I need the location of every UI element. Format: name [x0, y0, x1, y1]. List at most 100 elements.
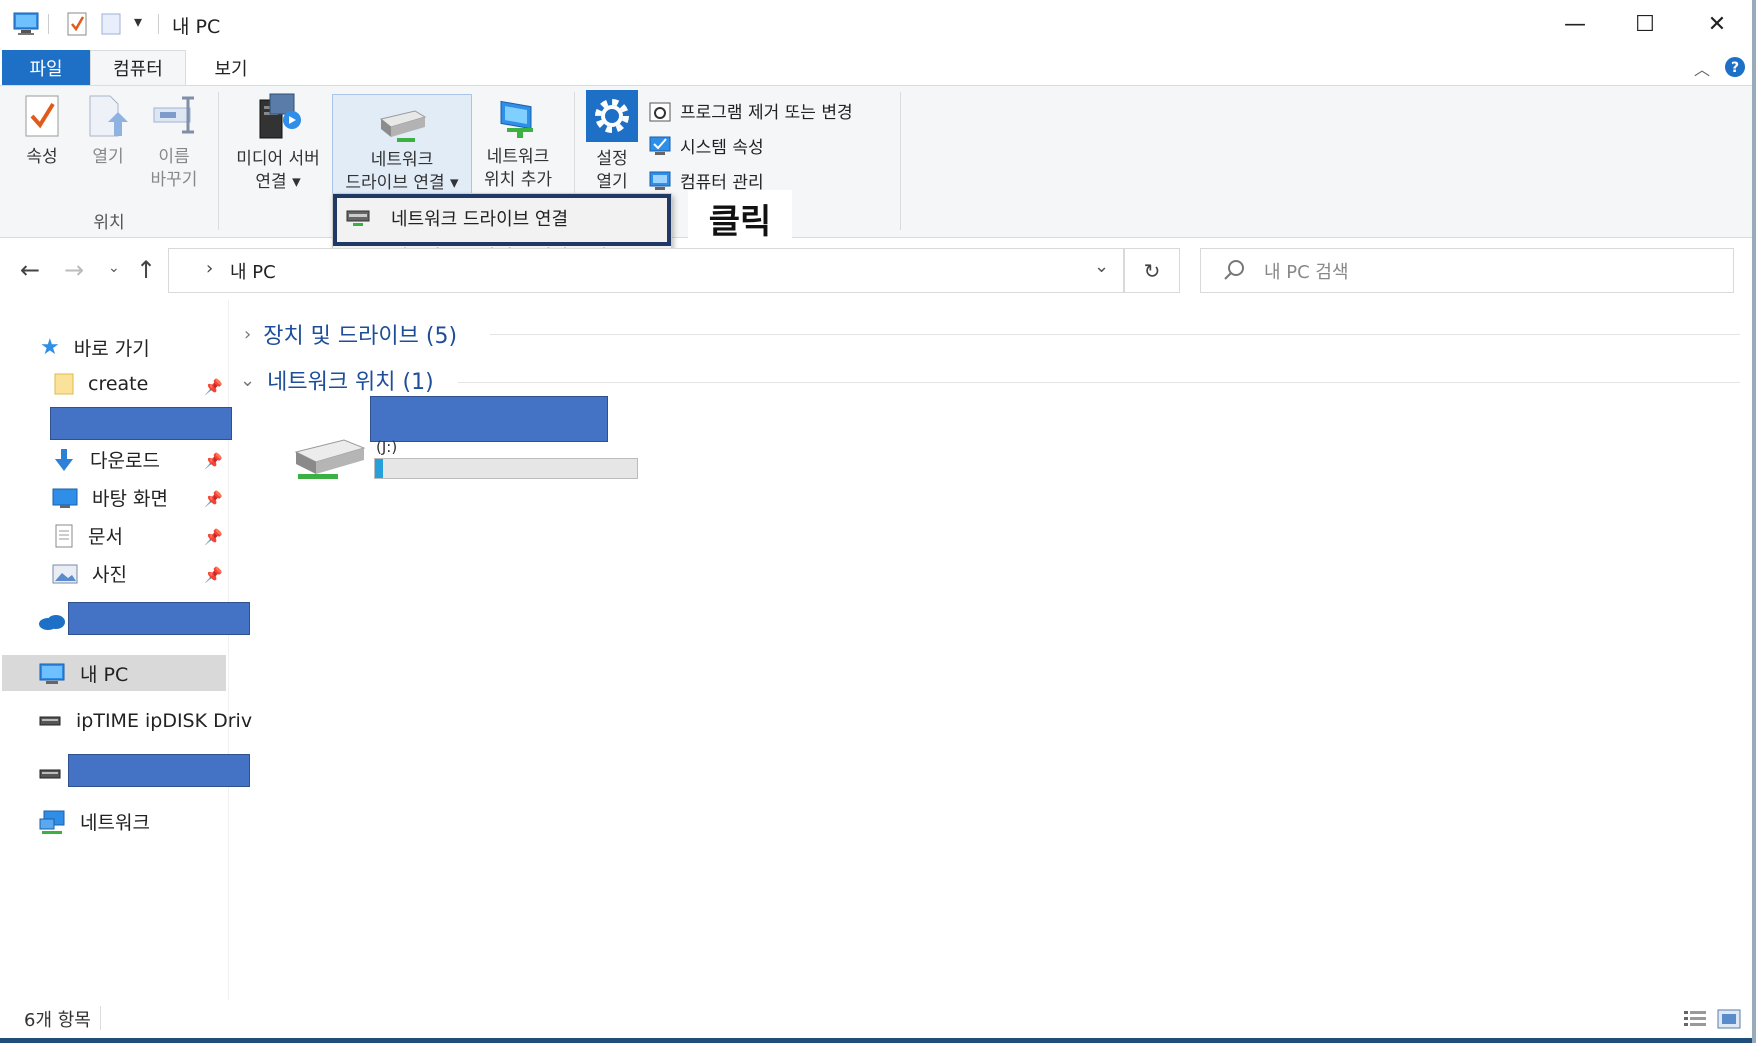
collapse-chevron-icon[interactable]: ⌄: [240, 370, 255, 391]
uninstall-label: 프로그램 제거 또는 변경: [680, 103, 853, 123]
annotation-highlight-box: [333, 194, 671, 246]
properties-label: 속성: [26, 147, 58, 167]
refresh-button[interactable]: ↻: [1124, 248, 1180, 293]
drive-usage-bar: [374, 458, 638, 479]
details-view-icon[interactable]: [1682, 1008, 1708, 1030]
settings-label-line2: 열기: [596, 172, 628, 192]
nav-item-documents[interactable]: 문서: [54, 522, 123, 549]
document-icon: [55, 524, 73, 547]
nav-item-desktop[interactable]: 바탕 화면: [52, 484, 168, 511]
open-label: 열기: [92, 147, 124, 167]
open-button[interactable]: 열기: [80, 92, 136, 169]
network-drive-nav-icon: [39, 716, 61, 726]
media-server-icon: [259, 93, 301, 139]
properties-icon: [25, 95, 59, 137]
section-devices-and-drives[interactable]: › 장치 및 드라이브 (5): [244, 318, 457, 350]
nav-ipdisk-label: ipTIME ipDISK Driv: [76, 710, 253, 732]
download-arrow-icon: [55, 448, 73, 471]
drive-letter: (J:): [376, 438, 398, 456]
breadcrumb-this-pc[interactable]: 내 PC: [230, 258, 276, 284]
nav-item-downloads[interactable]: 다운로드: [52, 446, 160, 473]
add-network-location-icon: [500, 100, 533, 138]
desktop-icon: [52, 488, 78, 508]
nav-item-ipdisk[interactable]: ipTIME ipDISK Driv: [38, 710, 252, 732]
pin-icon[interactable]: 📌: [204, 528, 223, 546]
help-icon[interactable]: ?: [1724, 56, 1746, 78]
back-arrow-icon[interactable]: ←: [20, 256, 40, 284]
rename-button[interactable]: 이름 바꾸기: [144, 92, 204, 192]
properties-quick-icon[interactable]: [66, 11, 88, 37]
redacted-drive-name: [370, 396, 608, 442]
rename-label-line1: 이름: [158, 147, 190, 167]
window-title: 내 PC: [172, 16, 221, 38]
map-network-drive-button[interactable]: 네트워크 드라이브 연결 ▾: [332, 94, 472, 198]
pictures-icon: [52, 564, 78, 583]
pin-icon[interactable]: 📌: [204, 452, 223, 470]
expand-chevron-icon[interactable]: ›: [244, 324, 251, 345]
system-properties-button[interactable]: 시스템 속성: [648, 133, 764, 158]
add-location-label-line1: 네트워크: [486, 147, 550, 167]
nav-quick-access[interactable]: ★ 바로 가기: [40, 334, 150, 361]
network-drive-icon: [379, 110, 427, 142]
forward-arrow-icon[interactable]: →: [64, 256, 84, 284]
close-button[interactable]: ✕: [1682, 0, 1752, 48]
recent-locations-chevron-icon[interactable]: ⌄: [108, 260, 120, 276]
svg-text:?: ?: [1731, 60, 1739, 76]
up-arrow-icon[interactable]: ↑: [136, 256, 156, 284]
nav-item-downloads-label: 다운로드: [90, 450, 160, 472]
collapse-ribbon-icon[interactable]: ︿: [1694, 56, 1710, 80]
section-devices-label: 장치 및 드라이브 (5): [263, 324, 458, 349]
nav-quick-access-label: 바로 가기: [73, 338, 150, 360]
nav-item-this-pc[interactable]: 내 PC: [38, 660, 128, 687]
search-placeholder: 내 PC 검색: [1264, 262, 1349, 283]
pin-icon[interactable]: 📌: [204, 566, 223, 584]
rename-icon: [153, 96, 194, 134]
tab-computer[interactable]: 컴퓨터: [90, 50, 186, 85]
section-network-locations[interactable]: ⌄ 네트워크 위치 (1): [240, 364, 434, 396]
nav-item-documents-label: 문서: [88, 526, 123, 548]
folder-icon: [54, 373, 74, 395]
window-bottom-border: [0, 1038, 1756, 1043]
large-icons-view-icon[interactable]: [1716, 1008, 1742, 1030]
new-folder-quick-icon[interactable]: [100, 12, 122, 36]
pin-icon[interactable]: 📌: [204, 490, 223, 508]
pin-icon[interactable]: 📌: [204, 378, 223, 396]
nav-item-create[interactable]: create: [54, 372, 148, 396]
title-divider: [158, 14, 159, 34]
customize-qa-dropdown-icon[interactable]: ▾: [134, 12, 142, 31]
add-network-location-button[interactable]: 네트워크 위치 추가: [474, 94, 562, 192]
uninstall-program-button[interactable]: 프로그램 제거 또는 변경: [648, 98, 853, 123]
nav-item-onedrive[interactable]: [38, 612, 66, 632]
redacted-nav-item: [68, 602, 250, 635]
nav-item-network-drive[interactable]: [38, 766, 62, 782]
group-separator: [218, 92, 219, 230]
group-label-location: 위치: [93, 213, 125, 233]
open-settings-button[interactable]: 설정 열기: [582, 90, 642, 194]
nav-item-network[interactable]: 네트워크: [38, 808, 150, 835]
address-bar[interactable]: [168, 248, 1124, 293]
section-network-label: 네트워크 위치 (1): [267, 370, 434, 395]
tab-file[interactable]: 파일: [2, 50, 90, 85]
settings-gear-icon: [586, 90, 638, 142]
nav-item-create-label: create: [88, 373, 149, 395]
network-icon: [39, 810, 65, 834]
open-icon: [89, 95, 128, 137]
network-drive-tile[interactable]: [292, 430, 368, 486]
search-icon: [1224, 260, 1244, 280]
nav-pane-divider: [228, 300, 229, 1000]
tab-view[interactable]: 보기: [196, 50, 266, 85]
ribbon: 속성 열기 이름 바꾸기 위치 미디어 서버 연결 ▾ 네트워크 드라이브 연결…: [0, 85, 1756, 238]
media-server-button[interactable]: 미디어 서버 연결 ▾: [226, 90, 330, 194]
breadcrumb-separator[interactable]: ›: [206, 258, 213, 279]
address-dropdown-chevron-icon[interactable]: ⌄: [1094, 256, 1109, 277]
map-drive-label-line1: 네트워크: [370, 150, 434, 170]
rename-label-line2: 바꾸기: [150, 170, 198, 190]
properties-button[interactable]: 속성: [14, 92, 70, 169]
nav-item-pictures[interactable]: 사진: [52, 560, 127, 587]
maximize-button[interactable]: ☐: [1610, 0, 1680, 48]
computer-icon[interactable]: [12, 11, 40, 37]
group-separator: [900, 92, 901, 230]
minimize-button[interactable]: —: [1540, 0, 1610, 48]
window-right-border: [1752, 0, 1756, 1043]
qa-divider: [48, 14, 49, 34]
